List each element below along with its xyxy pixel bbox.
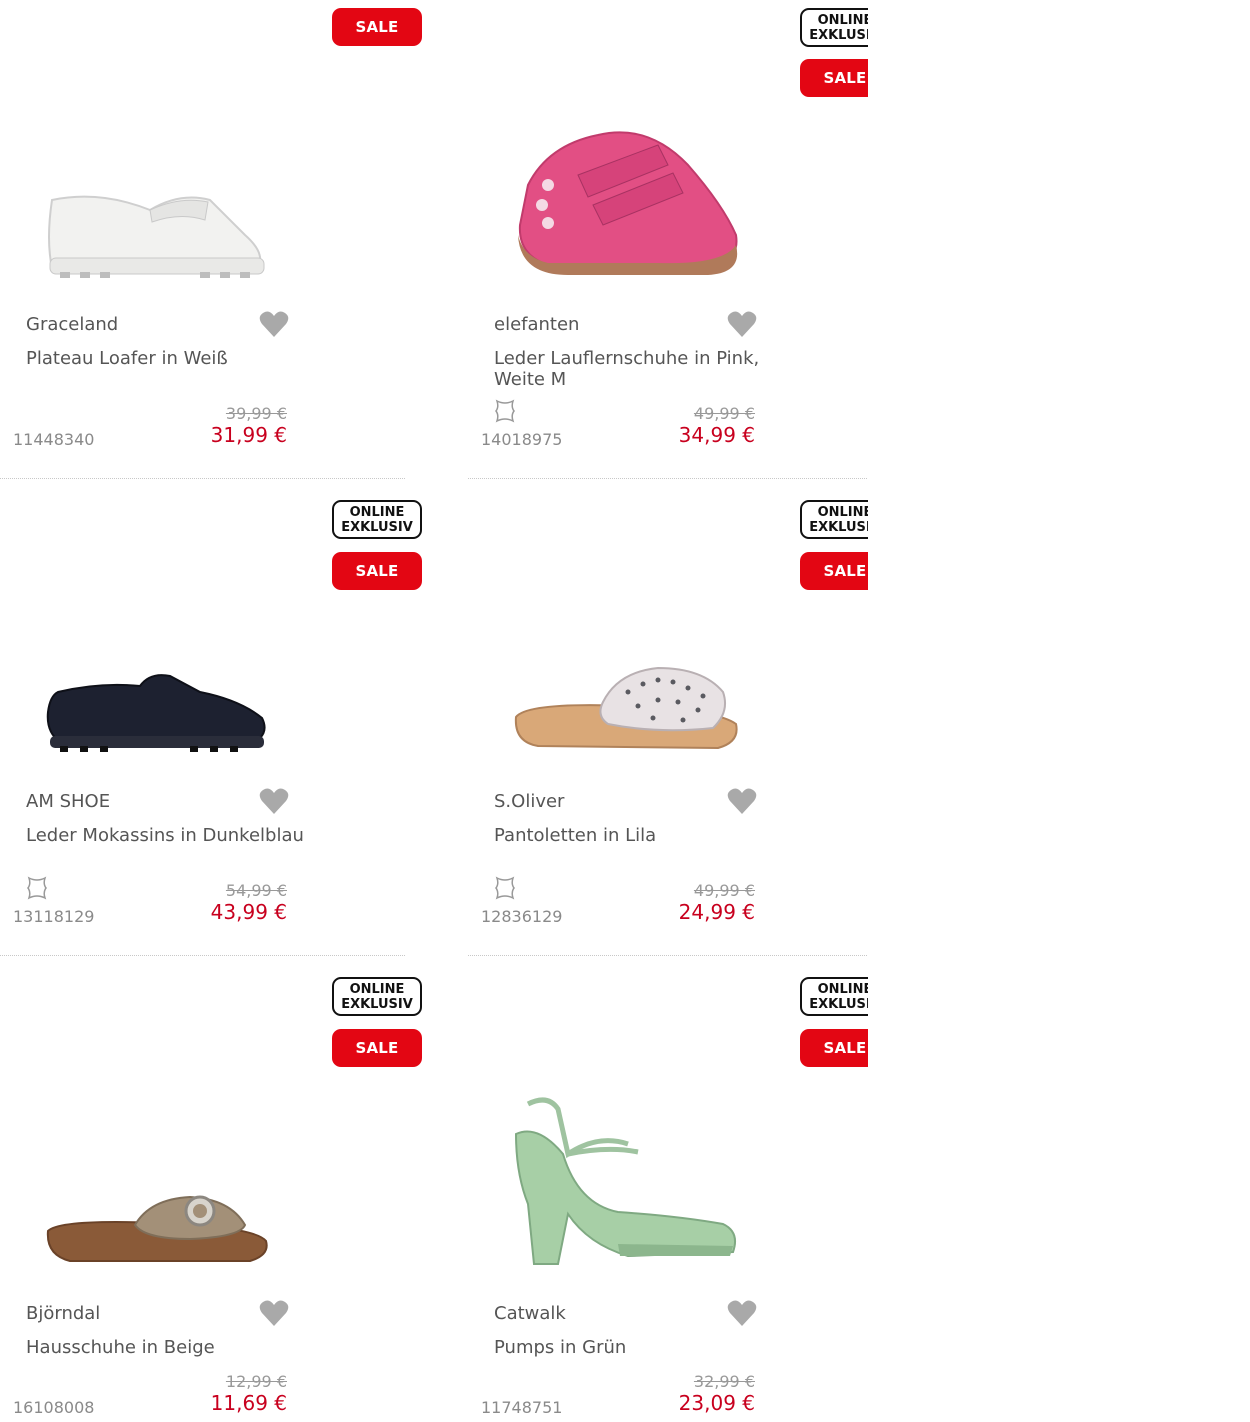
product-image[interactable] bbox=[508, 125, 743, 285]
old-price: 54,99 € bbox=[225, 881, 287, 900]
divider bbox=[468, 955, 868, 956]
sale-price: 11,69 € bbox=[210, 1391, 287, 1415]
product-brand: AM SHOE bbox=[26, 791, 111, 812]
product-image[interactable] bbox=[40, 180, 275, 290]
old-price: 32,99 € bbox=[693, 1372, 755, 1391]
heart-icon[interactable] bbox=[727, 1299, 757, 1327]
badge-line: EXKLUSIV bbox=[809, 519, 868, 535]
product-card[interactable]: ONLINE EXKLUSIV SALE Björndal Hausschuhe… bbox=[0, 957, 422, 1422]
product-sku: 13118129 bbox=[13, 907, 95, 926]
product-card[interactable]: ONLINE EXKLUSIV SALE Catwalk Pumps in Gr… bbox=[468, 957, 868, 1422]
leather-icon bbox=[495, 876, 515, 900]
old-price: 49,99 € bbox=[693, 404, 755, 423]
product-sku: 11448340 bbox=[13, 430, 95, 449]
badge-line: ONLINE bbox=[817, 12, 868, 28]
badge-line: ONLINE bbox=[349, 981, 405, 997]
sale-badge: SALE bbox=[332, 552, 422, 590]
badge-line: ONLINE bbox=[817, 981, 868, 997]
sale-badge: SALE bbox=[332, 8, 422, 46]
sale-badge: SALE bbox=[332, 1029, 422, 1067]
online-exclusive-badge: ONLINE EXKLUSIV bbox=[800, 500, 868, 539]
heart-icon[interactable] bbox=[727, 310, 757, 338]
badge-line: EXKLUSIV bbox=[341, 996, 413, 1012]
heart-icon[interactable] bbox=[259, 787, 289, 815]
product-sku: 16108008 bbox=[13, 1398, 95, 1417]
old-price: 12,99 € bbox=[225, 1372, 287, 1391]
badge-line: ONLINE bbox=[817, 504, 868, 520]
product-card[interactable]: ONLINE EXKLUSIV SALE S.Oliver Pantolette… bbox=[468, 480, 868, 957]
product-sku: 11748751 bbox=[481, 1398, 563, 1417]
product-title[interactable]: Leder Lauflernschuhe in Pink, Weite M bbox=[494, 348, 784, 390]
product-brand: Catwalk bbox=[494, 1303, 566, 1324]
leather-icon bbox=[27, 876, 47, 900]
product-sku: 14018975 bbox=[481, 430, 563, 449]
sale-price: 23,09 € bbox=[678, 1391, 755, 1415]
product-sku: 12836129 bbox=[481, 907, 563, 926]
online-exclusive-badge: ONLINE EXKLUSIV bbox=[332, 977, 422, 1016]
heart-icon[interactable] bbox=[727, 787, 757, 815]
online-exclusive-badge: ONLINE EXKLUSIV bbox=[332, 500, 422, 539]
product-brand: Björndal bbox=[26, 1303, 101, 1324]
product-title[interactable]: Pumps in Grün bbox=[494, 1337, 784, 1358]
product-title[interactable]: Hausschuhe in Beige bbox=[26, 1337, 316, 1358]
product-card[interactable]: ONLINE EXKLUSIV SALE AM SHOE Leder Mokas… bbox=[0, 480, 422, 957]
heart-icon[interactable] bbox=[259, 1299, 289, 1327]
product-brand: S.Oliver bbox=[494, 791, 565, 812]
online-exclusive-badge: ONLINE EXKLUSIV bbox=[800, 977, 868, 1016]
product-card[interactable]: SALE Graceland Plateau Loafer in Weiß 39… bbox=[0, 0, 422, 480]
divider bbox=[0, 955, 405, 956]
sale-price: 24,99 € bbox=[678, 900, 755, 924]
sale-price: 43,99 € bbox=[210, 900, 287, 924]
badge-line: EXKLUSIV bbox=[809, 996, 868, 1012]
sale-badge: SALE bbox=[800, 1029, 868, 1067]
old-price: 49,99 € bbox=[693, 881, 755, 900]
product-title[interactable]: Plateau Loafer in Weiß bbox=[26, 348, 316, 369]
badge-line: EXKLUSIV bbox=[809, 27, 868, 43]
divider bbox=[468, 478, 868, 479]
heart-icon[interactable] bbox=[259, 310, 289, 338]
old-price: 39,99 € bbox=[225, 404, 287, 423]
online-exclusive-badge: ONLINE EXKLUSIV bbox=[800, 8, 868, 47]
divider bbox=[0, 478, 405, 479]
product-brand: Graceland bbox=[26, 314, 119, 335]
sale-price: 31,99 € bbox=[210, 423, 287, 447]
product-image[interactable] bbox=[508, 662, 743, 762]
product-image[interactable] bbox=[40, 1189, 275, 1279]
badge-line: ONLINE bbox=[349, 504, 405, 520]
product-title[interactable]: Leder Mokassins in Dunkelblau bbox=[26, 825, 316, 846]
product-card[interactable]: ONLINE EXKLUSIV SALE elefanten Leder Lau… bbox=[468, 0, 868, 480]
sale-badge: SALE bbox=[800, 59, 868, 97]
product-title[interactable]: Pantoletten in Lila bbox=[494, 825, 784, 846]
badge-line: EXKLUSIV bbox=[341, 519, 413, 535]
sale-price: 34,99 € bbox=[678, 423, 755, 447]
product-image[interactable] bbox=[40, 672, 275, 762]
product-image[interactable] bbox=[508, 1094, 743, 1269]
leather-icon bbox=[495, 399, 515, 423]
product-brand: elefanten bbox=[494, 314, 580, 335]
sale-badge: SALE bbox=[800, 552, 868, 590]
